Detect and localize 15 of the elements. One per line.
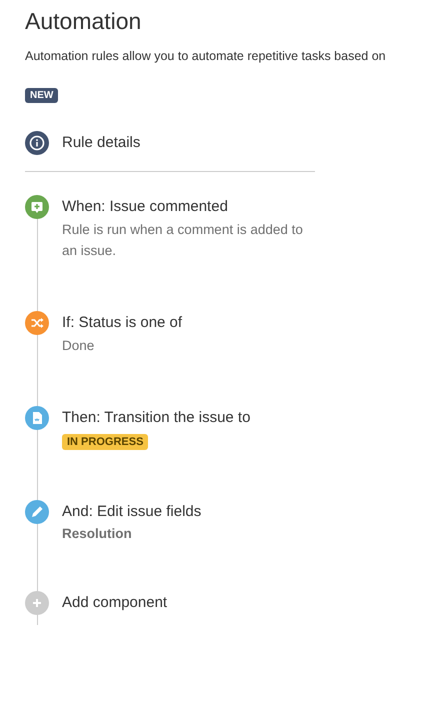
step-title[interactable]: When: Issue commented: [62, 195, 228, 217]
info-icon: [25, 131, 49, 155]
description: Automation rules allow you to automate repetitive tasks based on: [25, 49, 387, 63]
field-name: Resolution: [62, 526, 132, 541]
add-icon[interactable]: [25, 591, 49, 615]
step-title[interactable]: If: Status is one of: [62, 311, 182, 333]
new-badge: NEW: [25, 88, 58, 103]
rule-details-link[interactable]: Rule details: [62, 131, 140, 153]
step-title[interactable]: And: Edit issue fields: [62, 500, 202, 522]
step-title[interactable]: Then: Transition the issue to: [62, 406, 250, 428]
page-title: Automation: [25, 8, 142, 35]
step-description: Rule is run when a comment is added to an issue.: [62, 221, 304, 260]
add-component-link[interactable]: Add component: [62, 591, 168, 613]
step-description: Done: [62, 337, 96, 355]
status-lozenge: IN PROGRESS: [62, 434, 148, 450]
